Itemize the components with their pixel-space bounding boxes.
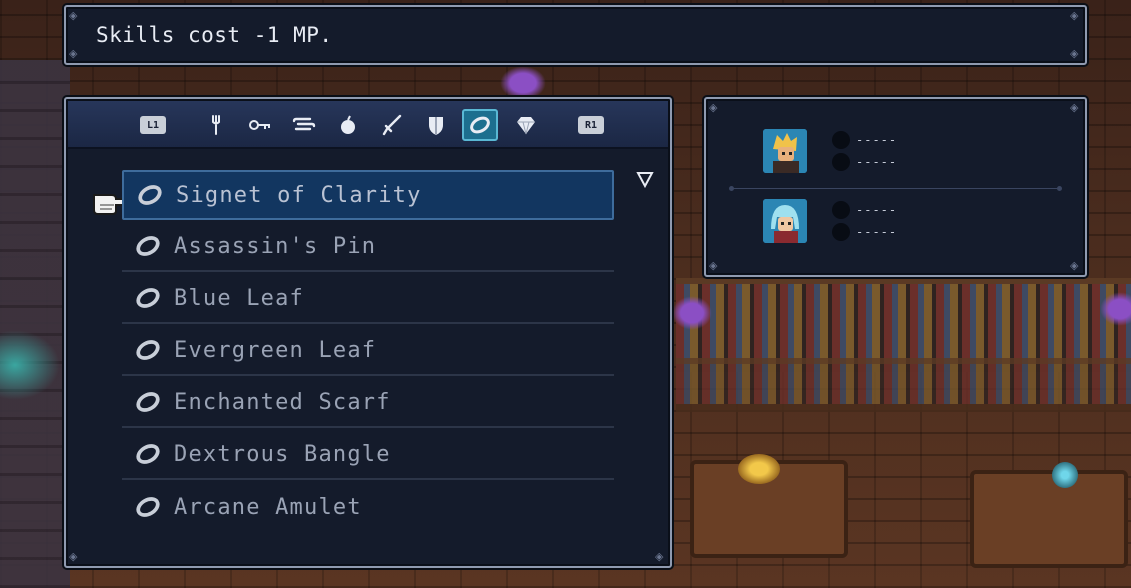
blue-haired-mage-portrait[interactable] xyxy=(763,199,807,243)
list-item[interactable]: Assassin's Pin xyxy=(122,222,614,272)
crystal-orb xyxy=(1052,462,1078,488)
corner-ornament: ◈ xyxy=(1070,101,1079,114)
equipment-slots: ----- ----- xyxy=(832,129,897,173)
key-icon xyxy=(249,120,270,130)
r1-button-hint[interactable]: R1 xyxy=(578,116,604,134)
empty-slot-icon xyxy=(832,153,850,171)
equipment-slots: ----- ----- xyxy=(832,199,897,243)
accessory-slot: ----- xyxy=(832,221,897,243)
sword-icon xyxy=(382,114,402,136)
list-item[interactable]: Enchanted Scarf xyxy=(122,378,614,428)
tab-armor[interactable] xyxy=(418,109,454,141)
blonde-warrior-portrait[interactable] xyxy=(763,129,807,173)
ring-icon xyxy=(136,497,160,517)
corner-ornament: ◈ xyxy=(1070,9,1079,22)
category-tab-bar: L1 R1 xyxy=(68,101,668,149)
tab-meals[interactable] xyxy=(198,109,234,141)
ring-icon xyxy=(470,116,490,134)
list-item[interactable]: Signet of Clarity xyxy=(122,170,614,220)
corner-ornament: ◈ xyxy=(1070,47,1079,60)
accessory-slot: ----- xyxy=(832,129,897,151)
item-description: Skills cost -1 MP. xyxy=(96,23,333,47)
list-item[interactable]: Evergreen Leaf xyxy=(122,326,614,376)
empty-slot-icon xyxy=(832,201,850,219)
item-list: Signet of Clarity Assassin's Pin Blue Le… xyxy=(122,170,614,534)
corner-ornament: ◈ xyxy=(69,47,78,60)
accessory-slot: ----- xyxy=(832,151,897,173)
corner-ornament: ◈ xyxy=(709,101,718,114)
slot-value: ----- xyxy=(856,225,898,239)
corner-ornament: ◈ xyxy=(655,550,664,563)
sort-triangle-icon[interactable] xyxy=(635,169,655,189)
item-name: Dextrous Bangle xyxy=(174,441,391,467)
empty-slot-icon xyxy=(832,131,850,149)
character-portrait-icon xyxy=(763,129,807,173)
purple-plant xyxy=(672,296,712,330)
item-name: Assassin's Pin xyxy=(174,233,377,259)
ring-icon xyxy=(136,236,160,256)
item-name: Enchanted Scarf xyxy=(174,389,391,415)
list-item[interactable]: Blue Leaf xyxy=(122,274,614,324)
l1-button-hint[interactable]: L1 xyxy=(140,116,166,134)
corner-ornament: ◈ xyxy=(1070,259,1079,272)
tab-scrolls[interactable] xyxy=(286,109,322,141)
ring-icon xyxy=(136,444,160,464)
bookshelf-lower xyxy=(676,358,1131,412)
ring-icon xyxy=(136,288,160,308)
tab-weapons[interactable] xyxy=(374,109,410,141)
corner-ornament: ◈ xyxy=(69,550,78,563)
slot-value: ----- xyxy=(856,203,898,217)
corner-ornament: ◈ xyxy=(709,259,718,272)
wooden-table-right xyxy=(970,470,1128,568)
list-item[interactable]: Dextrous Bangle xyxy=(122,430,614,480)
slot-value: ----- xyxy=(856,155,898,169)
shield-icon xyxy=(429,117,443,135)
golden-eye-ornament xyxy=(738,454,780,484)
stone-wall xyxy=(0,60,70,588)
ring-icon xyxy=(136,392,160,412)
empty-slot-icon xyxy=(832,223,850,241)
item-name: Blue Leaf xyxy=(174,285,305,311)
gem-icon xyxy=(517,117,535,135)
item-name: Evergreen Leaf xyxy=(174,337,377,363)
accessory-slot: ----- xyxy=(832,199,897,221)
purple-plant xyxy=(500,66,546,100)
tab-accessories[interactable] xyxy=(462,109,498,141)
character-portrait-icon xyxy=(763,199,807,243)
party-divider xyxy=(729,186,1062,191)
item-name: Arcane Amulet xyxy=(174,494,362,520)
tab-valuables[interactable] xyxy=(508,109,544,141)
scroll-icon xyxy=(292,117,316,131)
item-name: Signet of Clarity xyxy=(176,182,422,208)
description-panel: ◈ ◈ ◈ ◈ Skills cost -1 MP. xyxy=(64,5,1087,65)
tab-key-items[interactable] xyxy=(242,109,278,141)
tab-ingredients[interactable] xyxy=(330,109,366,141)
party-equip-panel: ◈ ◈ ◈ ◈ ----- ----- ----- ----- xyxy=(704,97,1087,277)
list-item[interactable]: Arcane Amulet xyxy=(122,482,614,532)
apple-icon xyxy=(341,115,355,134)
inventory-panel: L1 R1 Signet of Clarity Assassin's Pin B… xyxy=(64,97,672,568)
slot-value: ----- xyxy=(856,133,898,147)
corner-ornament: ◈ xyxy=(69,9,78,22)
fork-icon xyxy=(212,115,220,135)
ring-icon xyxy=(136,340,160,360)
ring-icon xyxy=(138,185,162,205)
